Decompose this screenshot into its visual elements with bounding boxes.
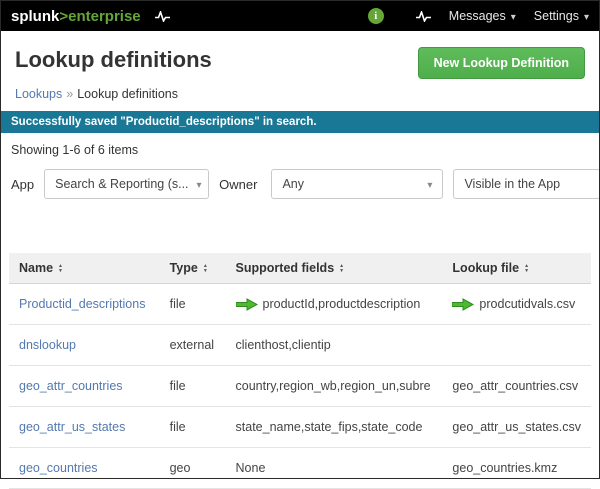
table-row: geo_attr_us_states file state_name,state…	[9, 407, 591, 448]
chevron-down-icon	[584, 9, 589, 23]
table-row: Productid_descriptions file productId,pr…	[9, 284, 591, 325]
page-title: Lookup definitions	[15, 47, 212, 73]
green-arrow-icon	[236, 298, 258, 311]
app-filter-value: Search & Reporting (s...	[55, 177, 188, 191]
header-label: Type	[170, 261, 198, 275]
chevron-down-icon	[197, 177, 202, 191]
logo-product: >enterprise	[59, 8, 140, 25]
sort-icon	[58, 264, 63, 274]
lookup-name-link[interactable]: geo_countries	[9, 448, 160, 489]
owner-filter-select[interactable]: Any	[271, 169, 443, 199]
activity-pulse-icon[interactable]	[416, 11, 431, 22]
lookup-definitions-table: Name Type Supported fields Lookup file P…	[9, 253, 591, 489]
table-row: geo_countries geo None geo_countries.kmz	[9, 448, 591, 489]
topbar-right-menu: Messages Settings	[368, 8, 589, 24]
lookup-type: file	[160, 366, 226, 407]
lookup-fields: None	[226, 448, 443, 489]
owner-filter-value: Any	[282, 177, 304, 191]
file-text: prodcutidvals.csv	[479, 297, 575, 311]
lookup-file: geo_countries.kmz	[442, 448, 591, 489]
table-row: geo_attr_countries file country,region_w…	[9, 366, 591, 407]
messages-label: Messages	[449, 9, 506, 23]
lookup-type: external	[160, 325, 226, 366]
breadcrumb-lookups-link[interactable]: Lookups	[15, 87, 62, 101]
lookup-file: geo_attr_countries.csv	[442, 366, 591, 407]
green-arrow-icon	[452, 298, 474, 311]
lookup-name-link[interactable]: geo_attr_countries	[9, 366, 160, 407]
logo-brand: splunk	[11, 8, 59, 25]
fields-text: productId,productdescription	[263, 297, 421, 311]
lookup-name-link[interactable]: Productid_descriptions	[9, 284, 160, 325]
splunk-lookup-definitions-page: { "topbar": { "brand": "splunk", "produc…	[0, 0, 600, 479]
settings-label: Settings	[534, 9, 579, 23]
header-label: Name	[19, 261, 53, 275]
results-count: Showing 1-6 of 6 items	[1, 133, 599, 165]
visibility-filter-value: Visible in the App	[464, 177, 560, 191]
messages-menu[interactable]: Messages	[449, 9, 516, 23]
header-label: Lookup file	[452, 261, 519, 275]
column-header-name[interactable]: Name	[9, 253, 160, 284]
chevron-down-icon	[427, 177, 432, 191]
header-label: Supported fields	[236, 261, 335, 275]
lookup-fields: country,region_wb,region_un,subre	[226, 366, 443, 407]
visibility-filter-select[interactable]: Visible in the App	[453, 169, 599, 199]
lookup-name-link[interactable]: geo_attr_us_states	[9, 407, 160, 448]
splunk-logo[interactable]: splunk>enterprise	[11, 8, 141, 25]
filter-bar: App Search & Reporting (s... Owner Any V…	[1, 165, 599, 203]
breadcrumb-current: Lookup definitions	[77, 87, 178, 101]
new-lookup-definition-button[interactable]: New Lookup Definition	[418, 47, 585, 79]
sort-icon	[524, 264, 529, 274]
column-header-supported-fields[interactable]: Supported fields	[226, 253, 443, 284]
lookup-name-link[interactable]: dnslookup	[9, 325, 160, 366]
breadcrumb: Lookups»Lookup definitions	[1, 85, 599, 111]
lookup-type: file	[160, 284, 226, 325]
lookup-fields: state_name,state_fips,state_code	[226, 407, 443, 448]
lookup-type: geo	[160, 448, 226, 489]
lookup-file	[442, 325, 591, 366]
sort-icon	[203, 264, 208, 274]
lookup-file: prodcutidvals.csv	[442, 284, 591, 325]
app-filter-label: App	[11, 177, 34, 192]
table-row: dnslookup external clienthost,clientip	[9, 325, 591, 366]
activity-pulse-icon[interactable]	[155, 11, 170, 22]
breadcrumb-separator: »	[62, 87, 77, 101]
lookup-type: file	[160, 407, 226, 448]
chevron-down-icon	[511, 9, 516, 23]
owner-filter-label: Owner	[219, 177, 257, 192]
page-header: Lookup definitions New Lookup Definition	[1, 31, 599, 85]
settings-menu[interactable]: Settings	[534, 9, 589, 23]
top-bar: splunk>enterprise Messages Settings	[1, 1, 599, 31]
app-filter-select[interactable]: Search & Reporting (s...	[44, 169, 209, 199]
lookup-fields: productId,productdescription	[226, 284, 443, 325]
table-header-row: Name Type Supported fields Lookup file	[9, 253, 591, 284]
column-header-type[interactable]: Type	[160, 253, 226, 284]
sort-icon	[339, 264, 344, 274]
lookup-file: geo_attr_us_states.csv	[442, 407, 591, 448]
column-header-lookup-file[interactable]: Lookup file	[442, 253, 591, 284]
info-icon[interactable]	[368, 8, 384, 24]
success-banner: Successfully saved "Productid_descriptio…	[1, 111, 599, 133]
lookup-fields: clienthost,clientip	[226, 325, 443, 366]
